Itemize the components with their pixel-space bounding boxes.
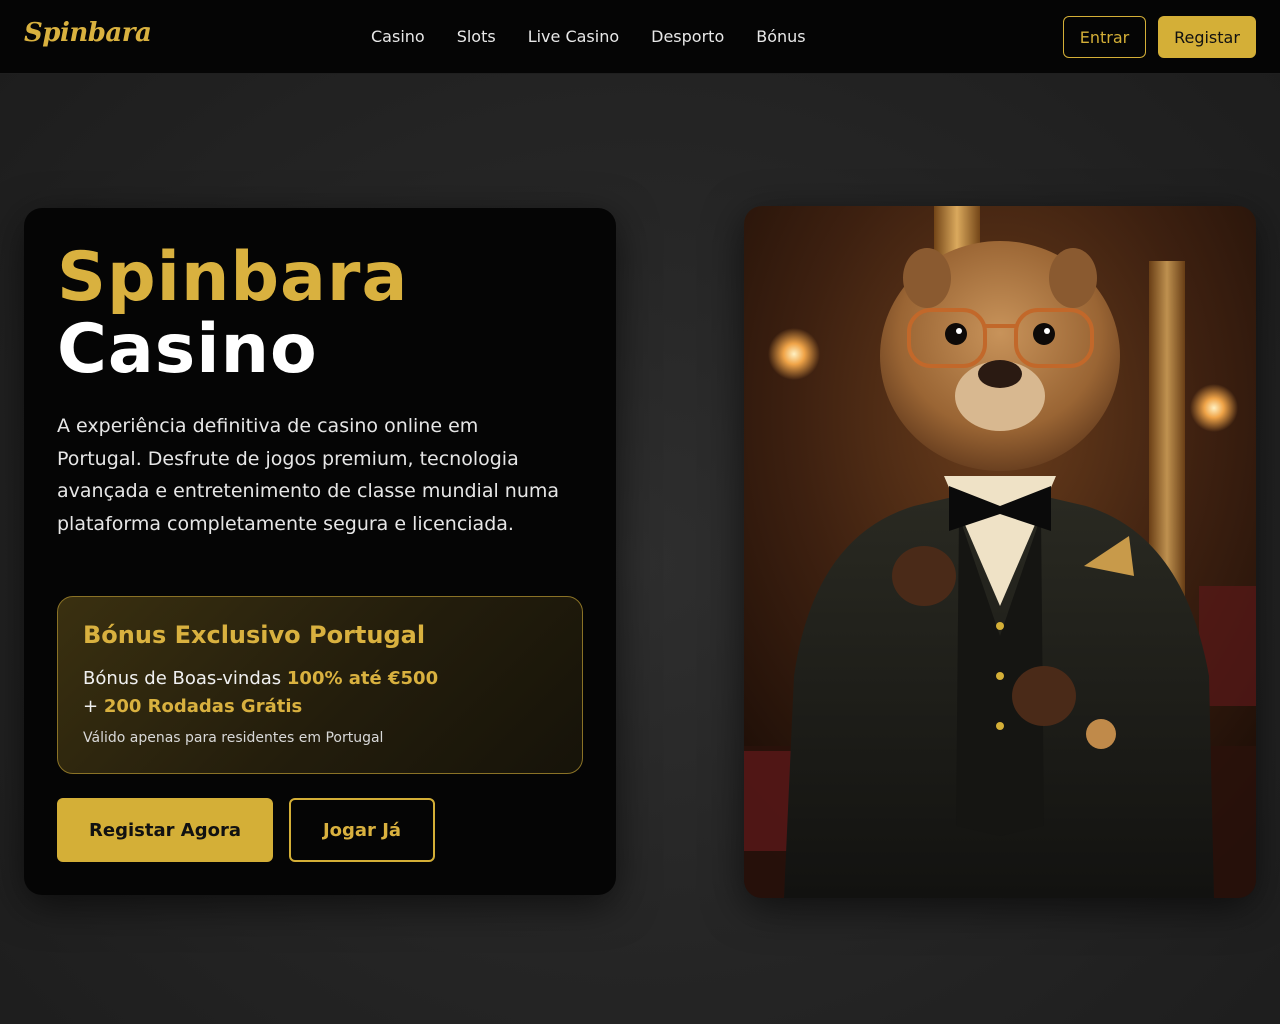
bonus-note: Válido apenas para residentes em Portuga…: [83, 730, 384, 746]
hero-card: Spinbara Casino A experiência definitiva…: [24, 208, 616, 895]
bonus-line-2: + 200 Rodadas Grátis: [83, 693, 302, 721]
bonus-box: Bónus Exclusivo Portugal Bónus de Boas-v…: [57, 596, 583, 774]
hero-title-brand: Spinbara: [57, 238, 409, 317]
bonus-highlight-deposit: 100% até €500: [286, 668, 439, 689]
capybara-mascot-image: [744, 206, 1256, 898]
bonus-title: Bónus Exclusivo Portugal: [83, 621, 426, 649]
bonus-line-1: Bónus de Boas-vindas 100% até €500: [83, 665, 438, 693]
nav-item-casino[interactable]: Casino: [371, 26, 425, 48]
bonus-highlight-spins: 200 Rodadas Grátis: [103, 696, 303, 717]
bonus-plus: +: [83, 696, 104, 717]
nav-item-live-casino[interactable]: Live Casino: [528, 26, 619, 48]
hero-title: Spinbara Casino: [57, 242, 408, 386]
register-button[interactable]: Registar: [1158, 16, 1256, 58]
logo[interactable]: Spinbara: [24, 18, 152, 48]
hero-description: A experiência definitiva de casino onlin…: [57, 415, 560, 535]
top-header: Spinbara Casino Slots Live Casino Despor…: [0, 0, 1280, 74]
login-button[interactable]: Entrar: [1063, 16, 1146, 58]
register-now-button[interactable]: Registar Agora: [57, 798, 273, 862]
nav-item-bonus[interactable]: Bónus: [756, 26, 805, 48]
nav-item-slots[interactable]: Slots: [457, 26, 496, 48]
mascot-illustration: [744, 206, 1256, 898]
bonus-prefix: Bónus de Boas-vindas: [83, 668, 287, 689]
main-nav: Casino Slots Live Casino Desporto Bónus: [355, 26, 822, 48]
hero-title-casino: Casino: [57, 310, 318, 389]
play-now-button[interactable]: Jogar Já: [289, 798, 435, 862]
nav-item-desporto[interactable]: Desporto: [651, 26, 724, 48]
